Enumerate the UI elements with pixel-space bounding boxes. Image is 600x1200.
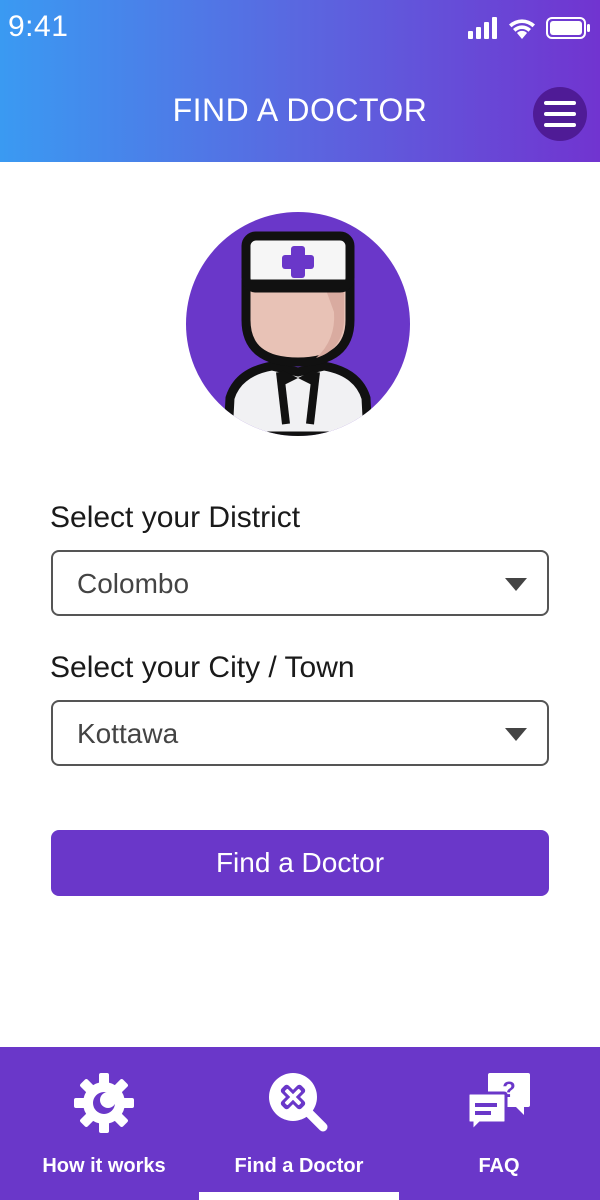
active-tab-indicator xyxy=(199,1192,399,1200)
wifi-icon xyxy=(509,19,535,39)
gear-icon xyxy=(74,1073,134,1133)
doctor-avatar xyxy=(186,212,410,436)
chevron-down-icon xyxy=(505,578,527,591)
chevron-down-icon xyxy=(505,728,527,741)
nav-label-faq: FAQ xyxy=(478,1155,520,1177)
city-select[interactable]: Kottawa xyxy=(51,700,549,766)
nav-label-how-it-works: How it works xyxy=(42,1155,166,1177)
search-doctor-icon xyxy=(269,1073,328,1132)
nav-item-faq[interactable]: ? FAQ xyxy=(399,1047,599,1200)
hamburger-icon-bar xyxy=(544,112,576,116)
bottom-nav: How it works Find a Doctor ? FAQ xyxy=(0,1047,600,1200)
nav-item-find-doctor[interactable]: Find a Doctor xyxy=(199,1047,399,1200)
signal-icon xyxy=(468,17,497,39)
page-title: FIND A DOCTOR xyxy=(172,92,428,128)
hamburger-icon-bar xyxy=(544,101,576,105)
find-doctor-button[interactable]: Find a Doctor xyxy=(51,830,549,896)
district-select[interactable]: Colombo xyxy=(51,550,549,616)
menu-button[interactable] xyxy=(533,87,587,141)
city-select-value: Kottawa xyxy=(77,718,179,749)
app-header: 9:41 FIND A DOCTOR xyxy=(0,0,600,162)
district-select-value: Colombo xyxy=(77,568,190,599)
status-time: 9:41 xyxy=(8,10,69,43)
battery-icon xyxy=(546,17,590,39)
nav-item-how-it-works[interactable]: How it works xyxy=(4,1047,204,1200)
status-icons xyxy=(468,14,590,42)
faq-chat-icon: ? xyxy=(466,1073,530,1135)
hamburger-icon-bar xyxy=(544,123,576,127)
district-label: Select your District xyxy=(50,501,301,534)
nav-label-find-doctor: Find a Doctor xyxy=(234,1155,364,1177)
doctor-icon xyxy=(186,212,410,436)
city-label: Select your City / Town xyxy=(50,651,355,684)
